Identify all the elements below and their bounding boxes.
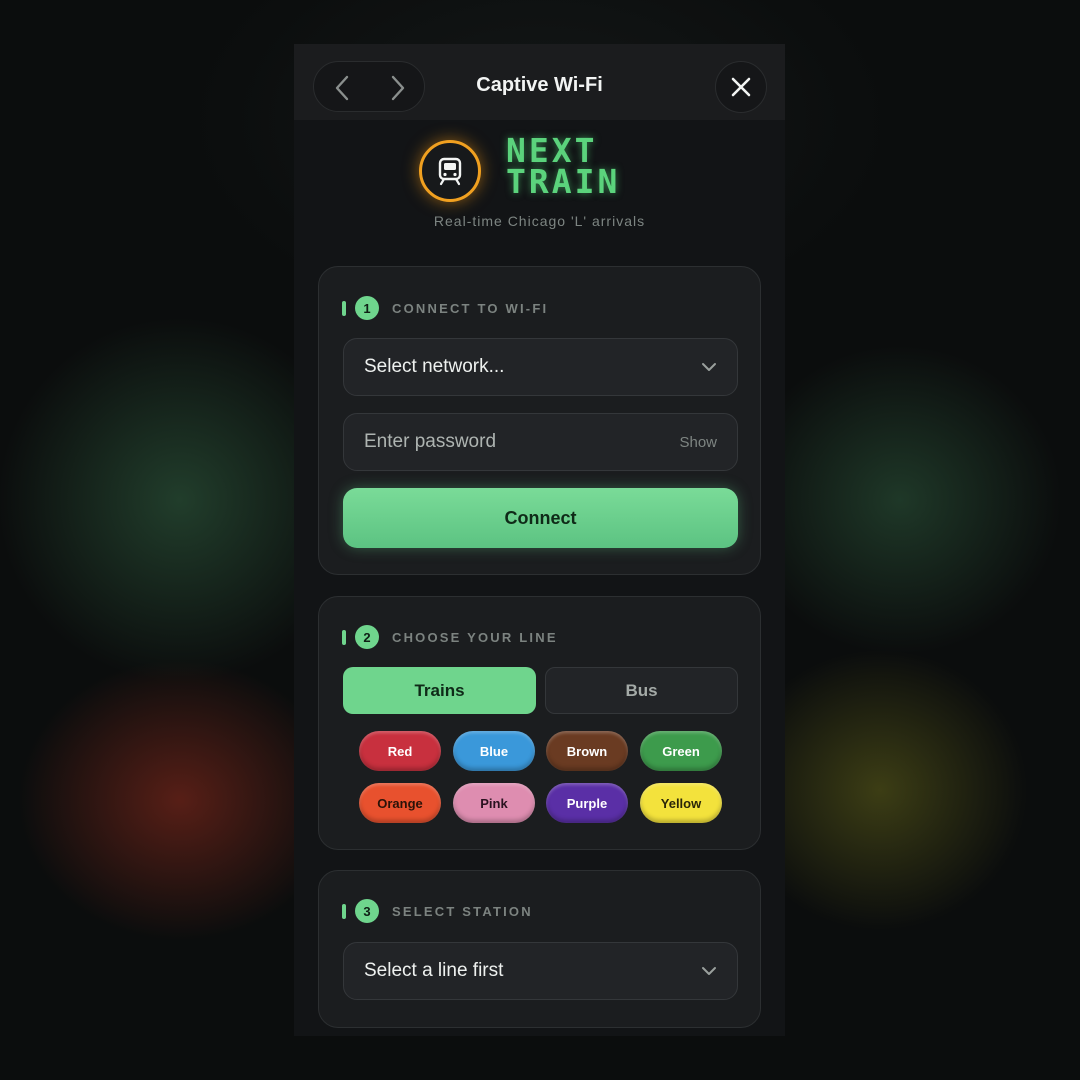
step-number: 2 [355,625,379,649]
logo-badge [419,140,481,202]
line-pill-yellow[interactable]: Yellow [640,783,722,823]
step-title: CONNECT TO WI-FI [392,300,549,316]
step-number: 3 [355,899,379,923]
step-header-line: 2 CHOOSE YOUR LINE [342,625,558,649]
network-select[interactable]: Select network... [343,338,738,396]
captive-portal-sheet: Captive Wi-Fi NEXT TRAIN Real-time Chica… [294,44,785,1036]
step-title: CHOOSE YOUR LINE [392,629,558,645]
connect-button[interactable]: Connect [343,488,738,548]
tagline: Real-time Chicago 'L' arrivals [433,213,646,229]
line-pill-blue[interactable]: Blue [453,731,535,771]
step-accent-bar [342,300,346,316]
brand-line-2: TRAIN [506,162,621,201]
sheet-title: Captive Wi-Fi [476,74,603,96]
top-bar: Captive Wi-Fi [294,44,785,120]
step-accent-bar [342,903,346,919]
password-placeholder: Enter password [364,431,497,452]
password-field[interactable]: Enter password Show [343,413,738,471]
station-select[interactable]: Select a line first [343,942,738,1000]
close-button[interactable] [715,61,767,113]
chevron-right-icon [391,75,405,100]
line-card: 2 CHOOSE YOUR LINE Trains Bus Red Blue B… [318,596,761,850]
wifi-card: 1 CONNECT TO WI-FI Select network... Ent… [318,266,761,575]
step-accent-bar [342,629,346,645]
tab-trains[interactable]: Trains [343,667,536,714]
step-number: 1 [355,296,379,320]
close-icon [731,77,751,97]
back-button[interactable] [314,62,370,113]
chevron-left-icon [335,75,349,100]
station-select-value: Select a line first [364,960,504,981]
line-pill-pink[interactable]: Pink [453,783,535,823]
chevron-down-icon [701,362,717,372]
line-pill-brown[interactable]: Brown [546,731,628,771]
train-icon [438,157,462,186]
chevron-down-icon [701,966,717,976]
brand-wordmark: NEXT TRAIN [506,134,666,201]
step-header-wifi: 1 CONNECT TO WI-FI [342,296,548,320]
tab-bus[interactable]: Bus [545,667,738,714]
show-password-toggle[interactable]: Show [679,434,717,451]
network-select-value: Select network... [364,356,505,377]
line-pill-red[interactable]: Red [359,731,441,771]
line-pill-purple[interactable]: Purple [546,783,628,823]
line-pill-orange[interactable]: Orange [359,783,441,823]
navigation-pill [313,61,425,112]
station-card: 3 SELECT STATION Select a line first [318,870,761,1028]
line-pill-green[interactable]: Green [640,731,722,771]
forward-button[interactable] [370,62,426,113]
step-title: SELECT STATION [392,903,533,919]
step-header-station: 3 SELECT STATION [342,899,533,923]
